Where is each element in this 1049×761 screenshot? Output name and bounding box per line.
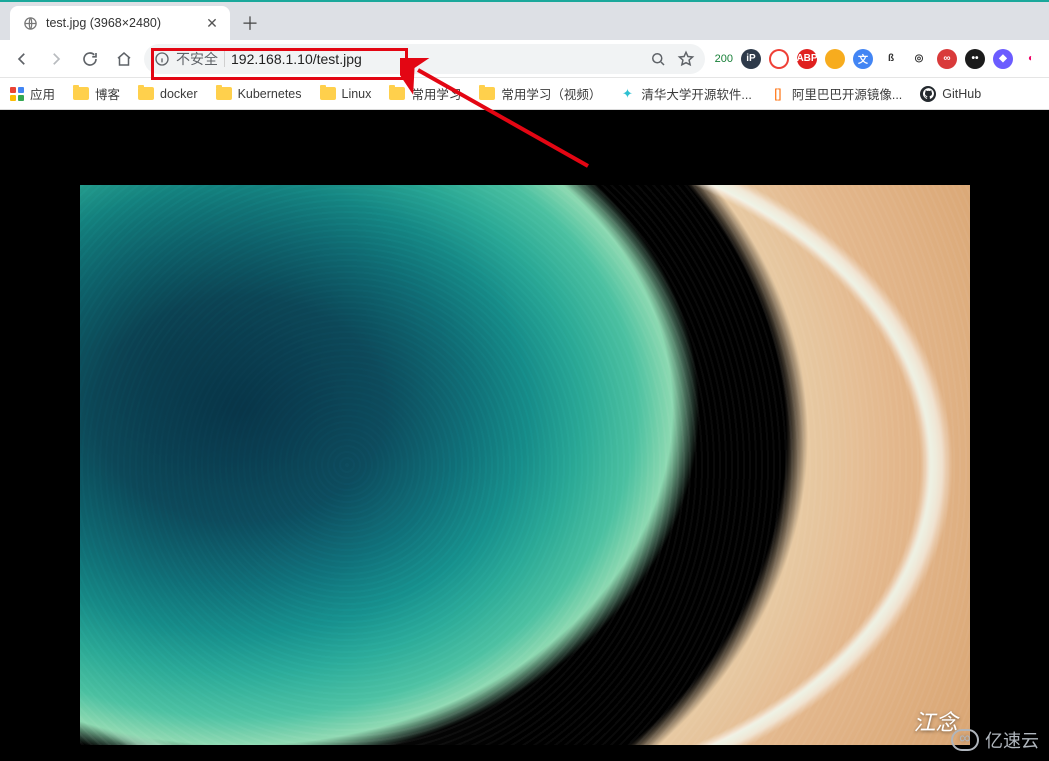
bookmarks-bar: 应用 博客 docker Kubernetes Linux 常用学习 常用学习（视频） ✦ 清… — [0, 78, 1049, 110]
infinity-ext[interactable]: ∞ — [937, 49, 957, 69]
tsinghua-icon: ✦ — [619, 86, 635, 102]
bookmark-label: Linux — [342, 87, 372, 101]
abp-ext[interactable]: ABP — [797, 49, 817, 69]
colorwheel-ext[interactable]: ◐ — [1021, 49, 1041, 69]
bookmark-label: 博客 — [95, 84, 120, 103]
circle-red-ext[interactable] — [769, 49, 789, 69]
beach-aerial-image — [80, 185, 970, 745]
apps-label: 应用 — [30, 84, 55, 103]
folder-icon — [320, 87, 336, 100]
globe-ext[interactable] — [825, 49, 845, 69]
folder-icon — [479, 87, 495, 100]
folder-icon — [138, 87, 154, 100]
folder-icon — [216, 87, 232, 100]
address-bar[interactable]: 不安全 192.168.1.10/test.jpg — [144, 44, 705, 74]
globe-icon — [22, 15, 38, 31]
bookmark-label: Kubernetes — [238, 87, 302, 101]
forward-button[interactable] — [42, 45, 70, 73]
site-info-icon[interactable] — [154, 51, 170, 67]
eyes-ext[interactable]: •• — [965, 49, 985, 69]
bookmark-label: 阿里巴巴开源镜像... — [792, 84, 902, 103]
folder-icon — [389, 87, 405, 100]
bookmark-label: 常用学习 — [411, 84, 461, 103]
bookmark-item[interactable]: 常用学习 — [389, 84, 461, 103]
bookmark-item[interactable]: Kubernetes — [216, 87, 302, 101]
new-tab-button[interactable]: ＋ — [236, 9, 264, 37]
close-tab-icon[interactable]: ✕ — [204, 15, 220, 31]
address-separator — [224, 51, 225, 67]
watermark: 亿速云 — [951, 727, 1039, 753]
bookmark-label: GitHub — [942, 87, 981, 101]
bookmark-item[interactable]: docker — [138, 87, 198, 101]
watermark-logo-icon — [951, 729, 979, 751]
bookmark-label: 常用学习（视频） — [501, 84, 601, 103]
insecure-label: 不安全 — [176, 49, 218, 69]
browser-tab[interactable]: test.jpg (3968×2480) ✕ — [10, 6, 230, 40]
url-text: 192.168.1.10/test.jpg — [231, 51, 362, 67]
apps-shortcut[interactable]: 应用 — [10, 84, 55, 103]
bookmark-item[interactable]: 博客 — [73, 84, 120, 103]
bookmark-item[interactable]: Linux — [320, 87, 372, 101]
zoom-icon[interactable] — [649, 50, 667, 68]
tab-title: test.jpg (3968×2480) — [46, 16, 196, 30]
watermark-text: 亿速云 — [985, 727, 1039, 753]
displayed-image: 江念 — [80, 185, 970, 745]
bookmark-star-icon[interactable] — [677, 50, 695, 68]
zoom-level-badge: 200 — [715, 53, 733, 65]
reload-button[interactable] — [76, 45, 104, 73]
ring-ext[interactable]: ◎ — [909, 49, 929, 69]
bookmark-item[interactable]: [] 阿里巴巴开源镜像... — [770, 84, 902, 103]
ip-ext[interactable]: iP — [741, 49, 761, 69]
bookmark-item[interactable]: 常用学习（视频） — [479, 84, 601, 103]
toolbar: 不安全 192.168.1.10/test.jpg 200 iP ABP 文ß ◎ ∞ •… — [0, 40, 1049, 78]
bookmark-item[interactable]: ✦ 清华大学开源软件... — [619, 84, 751, 103]
bookmark-label: 清华大学开源软件... — [641, 84, 751, 103]
diamond-ext[interactable]: ◆ — [993, 49, 1013, 69]
extension-icons: 200 iP ABP 文ß ◎ ∞ •• ◆ ◐ — [711, 49, 1041, 69]
bookmark-item[interactable]: GitHub — [920, 86, 981, 102]
translate-ext[interactable]: 文 — [853, 49, 873, 69]
image-viewer-pane: 江念 — [0, 110, 1049, 761]
alibaba-icon: [] — [770, 86, 786, 102]
folder-icon — [73, 87, 89, 100]
tab-strip: test.jpg (3968×2480) ✕ ＋ — [0, 2, 1049, 40]
back-button[interactable] — [8, 45, 36, 73]
bookmark-label: docker — [160, 87, 198, 101]
beta-ext[interactable]: ß — [881, 49, 901, 69]
apps-grid-icon — [10, 87, 24, 101]
home-button[interactable] — [110, 45, 138, 73]
github-icon — [920, 86, 936, 102]
